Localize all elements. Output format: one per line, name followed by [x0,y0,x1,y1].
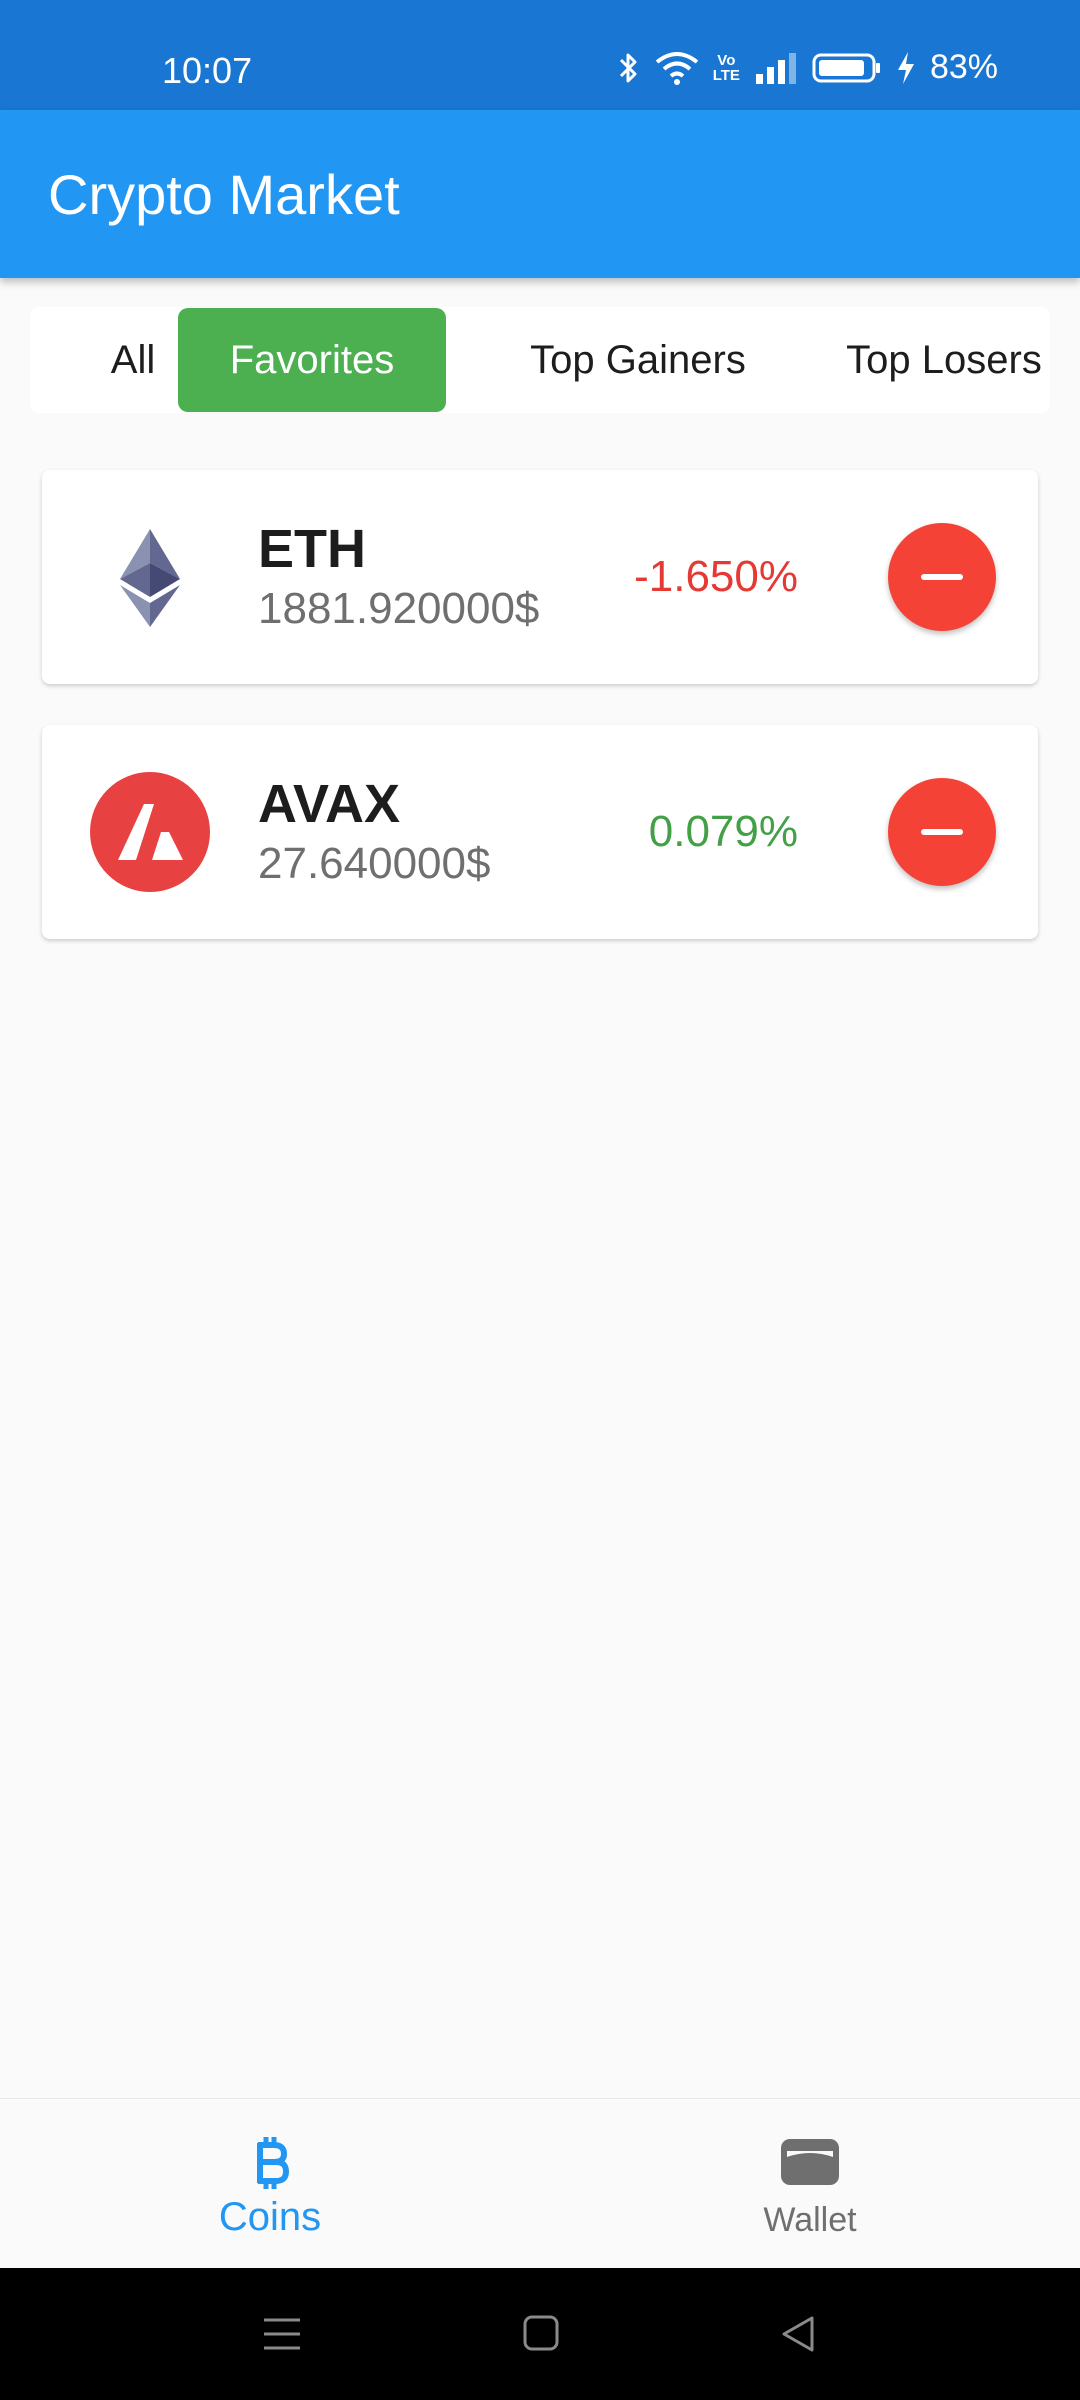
app-title: Crypto Market [48,163,400,226]
coin-price: 1881.920000$ [258,584,540,633]
home-icon[interactable] [522,2314,560,2357]
charging-icon [896,51,916,85]
coin-card-avax[interactable]: AVAX 27.640000$ 0.079% [42,725,1038,939]
coin-change: 0.079% [648,807,798,856]
bluetooth-icon [617,50,641,86]
filter-tabs: All Favorites Top Gainers Top Losers [30,307,1050,413]
avalanche-icon [90,772,210,892]
status-icons: Vo LTE 83% [617,48,998,87]
coin-change: -1.650% [634,552,798,601]
status-time: 10:07 [162,50,253,91]
menu-icon[interactable] [262,2314,302,2359]
minus-icon [921,574,963,580]
nav-item-wallet[interactable]: Wallet [540,2099,1080,2269]
coin-symbol: AVAX [258,774,401,834]
coin-card-eth[interactable]: ETH 1881.920000$ -1.650% [42,470,1038,684]
tab-top-losers[interactable]: Top Losers [796,308,1080,412]
ethereum-icon [90,517,210,637]
bitcoin-icon [0,2133,540,2198]
nav-label-wallet: Wallet [763,2201,857,2239]
back-icon[interactable] [778,2314,818,2359]
tab-top-gainers[interactable]: Top Gainers [480,308,796,412]
bottom-navigation: Coins Wallet [0,2098,1080,2268]
wallet-icon [540,2137,1080,2192]
system-navigation-bar [0,2268,1080,2400]
battery-icon [812,52,882,84]
minus-icon [921,829,963,835]
signal-icon [754,52,798,84]
coin-price: 27.640000$ [258,839,491,888]
remove-favorite-button[interactable] [888,523,996,631]
status-bar: 10:07 Vo LTE 83% [0,0,1080,110]
coin-symbol: ETH [258,519,366,579]
app-bar: Crypto Market [0,110,1080,278]
tab-favorites[interactable]: Favorites [178,308,446,412]
nav-label-coins: Coins [218,2195,322,2239]
wifi-icon [655,50,699,86]
nav-item-coins[interactable]: Coins [0,2099,540,2269]
volte-icon: Vo LTE [712,51,740,84]
remove-favorite-button[interactable] [888,778,996,886]
battery-percent: 83% [929,48,998,86]
